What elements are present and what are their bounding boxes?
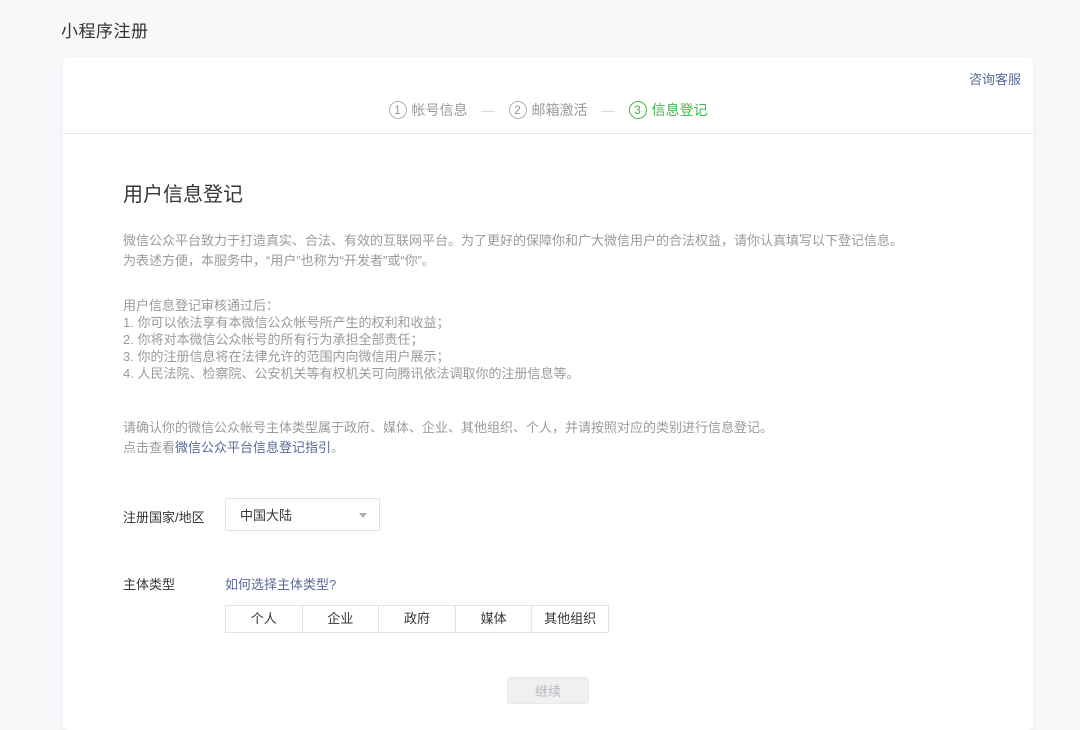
tab-government[interactable]: 政府 [379,606,456,632]
continue-button[interactable]: 继续 [507,677,589,704]
intro-paragraph: 微信公众平台致力于打造真实、合法、有效的互联网平台。为了更好的保障你和广大微信用… [123,231,973,271]
step-info-registration: 3 信息登记 [629,100,708,120]
step-separator: — [602,103,615,118]
intro-line-1: 微信公众平台致力于打造真实、合法、有效的互联网平台。为了更好的保障你和广大微信用… [123,231,973,251]
review-title: 用户信息登记审核通过后： [123,297,973,314]
subject-type-label: 主体类型 [123,565,225,633]
subject-type-field: 如何选择主体类型? 个人 企业 政府 媒体 其他组织 [225,565,609,633]
review-item-3: 3. 你的注册信息将在法律允许的范围内向微信用户展示； [123,348,973,365]
tab-other-organization[interactable]: 其他组织 [532,606,609,632]
card-header: 咨询客服 1 帐号信息 — 2 邮箱激活 — 3 信息登记 [63,57,1033,134]
tab-personal[interactable]: 个人 [226,606,303,632]
country-selected-value: 中国大陆 [240,505,292,524]
confirm-text: 请确认你的微信公众帐号主体类型属于政府、媒体、企业、其他组织、个人，并请按照对应… [123,418,973,438]
country-label: 注册国家/地区 [123,498,225,531]
step-indicator: 1 帐号信息 — 2 邮箱激活 — 3 信息登记 [63,100,1033,120]
subject-type-help-link[interactable]: 如何选择主体类型? [225,565,336,593]
review-item-4: 4. 人民法院、检察院、公安机关等有权机关可向腾讯依法调取你的注册信息等。 [123,365,973,382]
tab-enterprise[interactable]: 企业 [303,606,380,632]
registration-guide-link[interactable]: 微信公众平台信息登记指引 [175,440,331,455]
review-terms: 用户信息登记审核通过后： 1. 你可以依法享有本微信公众帐号所产生的权利和收益；… [123,297,973,382]
chevron-down-icon [359,513,367,518]
step-3-label: 信息登记 [652,100,708,120]
step-2-label: 邮箱激活 [532,100,588,120]
step-email-activation: 2 邮箱激活 [509,100,588,120]
intro-line-2: 为表述方便，本服务中，“用户”也称为“开发者”或“你”。 [123,251,973,271]
subject-type-tabs: 个人 企业 政府 媒体 其他组织 [225,605,609,633]
customer-service-link[interactable]: 咨询客服 [969,69,1021,88]
step-3-circle: 3 [629,101,647,119]
step-2-circle: 2 [509,101,527,119]
guide-prefix: 点击查看 [123,440,175,455]
country-select[interactable]: 中国大陆 [225,498,380,531]
step-1-circle: 1 [389,101,407,119]
page-title: 小程序注册 [0,0,1080,42]
tab-media[interactable]: 媒体 [456,606,533,632]
page: 小程序注册 咨询客服 1 帐号信息 — 2 邮箱激活 — 3 信息登记 [0,0,1080,665]
section-heading: 用户信息登记 [123,178,973,207]
step-separator: — [482,103,495,118]
step-account-info: 1 帐号信息 [389,100,468,120]
card-body: 用户信息登记 微信公众平台致力于打造真实、合法、有效的互联网平台。为了更好的保障… [63,134,1033,730]
confirm-paragraph: 请确认你的微信公众帐号主体类型属于政府、媒体、企业、其他组织、个人，并请按照对应… [123,418,973,458]
guide-suffix: 。 [331,440,344,455]
review-item-2: 2. 你将对本微信公众帐号的所有行为承担全部责任； [123,331,973,348]
registration-card: 咨询客服 1 帐号信息 — 2 邮箱激活 — 3 信息登记 用户信息登记 [63,57,1033,730]
review-item-1: 1. 你可以依法享有本微信公众帐号所产生的权利和收益； [123,314,973,331]
subject-type-row: 主体类型 如何选择主体类型? 个人 企业 政府 媒体 其他组织 [123,565,973,633]
country-row: 注册国家/地区 中国大陆 [123,498,973,531]
guide-line: 点击查看微信公众平台信息登记指引。 [123,438,973,458]
step-1-label: 帐号信息 [412,100,468,120]
continue-area: 继续 [123,677,973,730]
